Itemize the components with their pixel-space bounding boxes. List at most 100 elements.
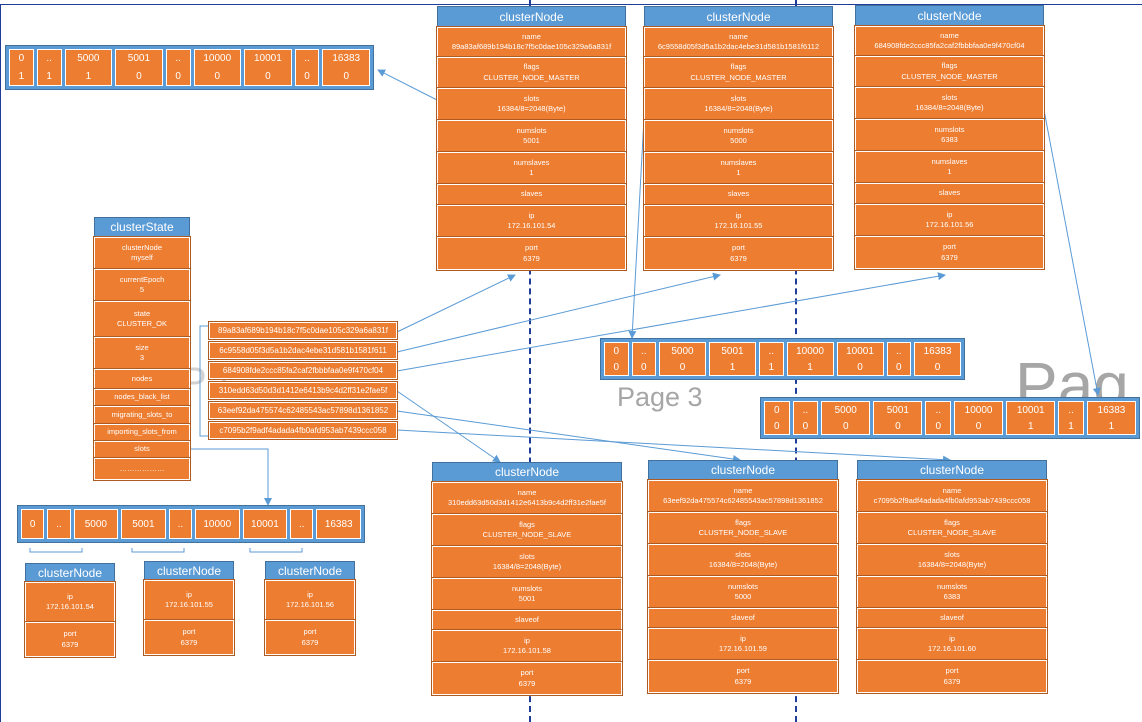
slot-cell: 16383 (316, 509, 362, 539)
arrow (396, 274, 516, 333)
field-value: 5000 (730, 136, 747, 145)
node-field-ip: ip 172.16.101.56 (264, 579, 356, 621)
slot-bit: 0 (613, 361, 620, 373)
field-label: ……………… (119, 463, 165, 473)
field-value: 172.16.101.54 (507, 221, 556, 230)
slot-bit: 1 (1068, 420, 1074, 432)
node-field-ip: ip 172.16.101.58 (431, 629, 623, 663)
bitmap-cell: 00 (764, 401, 790, 435)
field-label: numslots (516, 125, 547, 135)
bitmap-cell: .. 1 (1058, 401, 1084, 435)
bitmap-cell: .. 0 (886, 342, 911, 376)
bitmap-cell: 16383 0 (914, 342, 961, 376)
field-value: 6379 (61, 639, 79, 649)
field-label: port (303, 627, 317, 636)
slot-bit: 0 (895, 420, 901, 432)
field-value: 684908fde2ccc85fa2caf2fbbbfaa0e9f470cf04 (874, 41, 1025, 50)
field-label: ip (946, 209, 953, 219)
field-label: ip (186, 589, 192, 599)
field-label: slots (941, 92, 958, 102)
field-value: 16384/8=2048(Byte) (492, 562, 562, 571)
field-label: nodes (131, 373, 153, 383)
bracket (199, 325, 209, 437)
slot-bit: 1 (1027, 420, 1034, 432)
field-value: 89a83af689b194b18c7f5c0dae105c329a6a831f (451, 42, 612, 51)
bitmap-cell: 10001 0 (836, 342, 884, 376)
field-label: clusterNode (121, 242, 163, 252)
field-value: 63eef92da475574c62485543ac57898d1361852 (663, 496, 823, 505)
field-label: port (732, 243, 745, 252)
node-field-slaves: slaves (854, 182, 1045, 205)
node-field-port: port 6379 (436, 236, 627, 271)
field-label: slaves (727, 189, 750, 199)
field-value: 6c9558d05f3d5a1b2dac4ebe31d581b1581f6112 (657, 42, 820, 51)
slot-index: 10000 (964, 404, 993, 416)
slot-index: 10001 (1016, 404, 1045, 416)
field-value: 1 (947, 167, 952, 176)
field-label: numslaves (513, 157, 550, 167)
node-field-migrating_slots_to: migrating_slots_to (93, 405, 191, 425)
node-field-clusterNode: clusterNode myself (93, 236, 191, 270)
field-label: port (525, 243, 538, 252)
slot-bit: 0 (304, 70, 310, 82)
field-value: 5000 (734, 592, 752, 601)
node-field-name: name 63eef92da475574c62485543ac57898d1361… (647, 479, 839, 513)
slot-index: 16383 (1097, 404, 1126, 416)
slot-bit: 1 (18, 70, 25, 82)
slot-index: 10001 (846, 345, 874, 357)
field-label: slots (944, 549, 960, 559)
field-value: 172.16.101.54 (46, 602, 94, 611)
slot-index: 5001 (886, 404, 909, 416)
slot-bit: 0 (934, 361, 941, 373)
slot-bit: 1 (1108, 420, 1115, 432)
bitmap-cell: 5000 1 (64, 49, 113, 86)
slot-index: .. (1068, 404, 1074, 416)
slot-index: 0 (18, 53, 25, 65)
slot-cell: .. (47, 509, 71, 539)
bitmap-cell: .. 0 (631, 342, 656, 376)
slot-bit: 1 (768, 361, 775, 373)
slot-bit: 0 (857, 361, 863, 373)
bitmap-cell: 10001 1 (1006, 401, 1056, 435)
field-label: slots (134, 444, 150, 454)
field-value: CLUSTER_NODE_MASTER (483, 72, 580, 82)
field-value: 172.16.101.56 (925, 220, 974, 229)
nodes-dict-entry: 63eef92da475574c62485543ac57898d1361852 (208, 401, 398, 420)
node-field-name: name 6c9558d05f3d5a1b2dac4ebe31d581b1581f… (643, 26, 834, 58)
field-label: slots (519, 551, 535, 561)
node-field-numslots: numslots 5000 (643, 119, 834, 153)
node-field-slaves: slaves (643, 183, 834, 206)
field-value: 6379 (943, 676, 961, 686)
field-label: slots (735, 549, 751, 559)
field-value: 6379 (301, 637, 319, 647)
slot-index: 5001 (127, 53, 151, 65)
field-value: 172.16.101.58 (503, 646, 551, 655)
slot-bitmap: 0 0.. 0 5000 0 5001 0.. 0 10000 0 10001 1.. 1 16383 1 (760, 397, 1140, 439)
field-value: CLUSTER_NODE_SLAVE (482, 530, 572, 539)
arrow (396, 390, 501, 463)
node-field-numslots: numslots 6383 (856, 575, 1048, 609)
bitmap-cell: 5000 0 (821, 401, 871, 435)
bitmap-cell: 10000 0 (954, 401, 1004, 435)
field-label: slaveof (731, 612, 755, 622)
node-field-flags: flags CLUSTER_NODE_MASTER (854, 55, 1045, 88)
node-field-port: port 6379 (856, 659, 1048, 694)
bitmap-cell: 16383 0 (322, 49, 371, 86)
slot-bit: 0 (640, 361, 647, 373)
bitmap-cell: .. 1 (759, 342, 784, 376)
node-field-port: port 6379 (643, 236, 834, 271)
slot-bitmap: 0 0.. 0 5000 0 5001 1.. 1 10000 1 10001 0.. 0 16383 0 (600, 338, 965, 380)
field-label: slots (730, 93, 747, 103)
field-label: port (63, 629, 77, 638)
slot-index: .. (768, 345, 775, 357)
slot-bit: 0 (975, 420, 982, 432)
field-label: ip (524, 635, 530, 645)
node-field-flags: flags CLUSTER_NODE_SLAVE (856, 511, 1048, 545)
node-field-ip: ip 172.16.101.55 (643, 204, 834, 238)
node-field-name: name 310edd63d50d3d1412e6413b9c4d2ff31e2f… (431, 481, 623, 515)
bitmap-cell: .. 0 (165, 49, 191, 86)
field-label: slaves (520, 189, 543, 199)
field-value: 5 (139, 285, 145, 294)
field-value: 16384/8=2048(Byte) (708, 560, 778, 569)
node-header: clusterNode (648, 460, 838, 480)
